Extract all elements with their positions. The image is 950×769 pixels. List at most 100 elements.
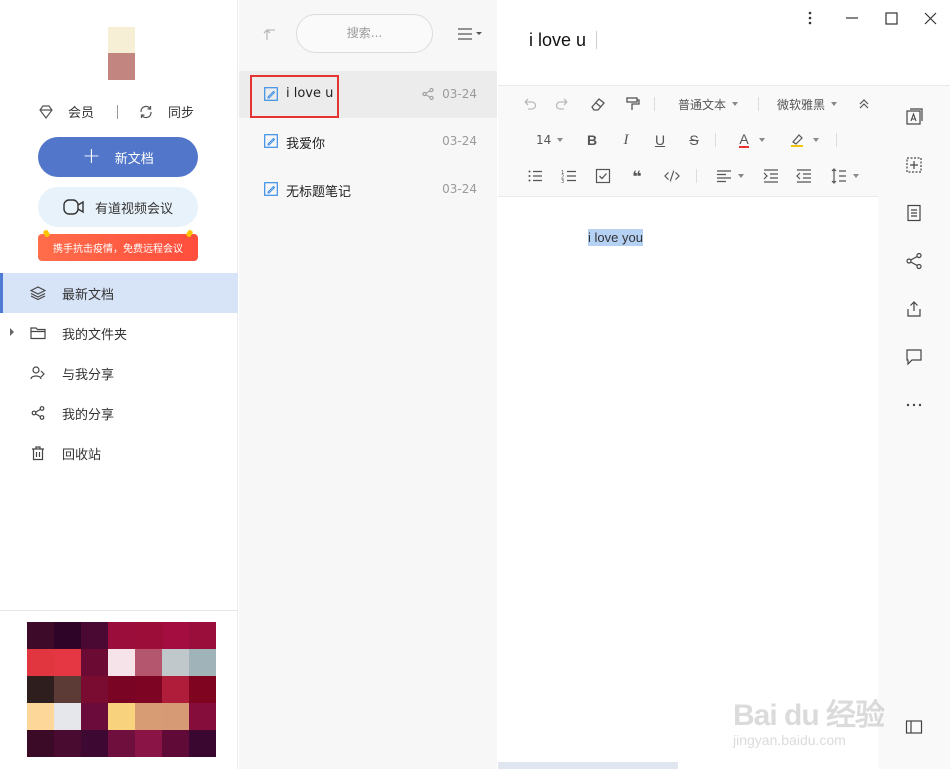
format-painter-icon[interactable] xyxy=(623,94,641,114)
align-left-icon xyxy=(717,170,731,183)
mosaic-tile xyxy=(27,622,54,649)
font-size-value: 14 xyxy=(536,133,552,147)
mosaic-tile xyxy=(189,703,216,730)
share-icon[interactable] xyxy=(905,252,923,270)
mosaic-tile xyxy=(81,730,108,757)
font-family-dropdown[interactable]: 微软雅黑 xyxy=(777,94,838,114)
quote-icon[interactable]: ❝ xyxy=(628,166,646,186)
note-icon xyxy=(264,182,278,196)
note-date: 03-24 xyxy=(442,87,477,101)
insert-icon[interactable] xyxy=(905,156,923,174)
redo-icon[interactable] xyxy=(554,94,572,114)
mosaic-tile xyxy=(135,676,162,703)
sidebar-item-trash[interactable]: 回收站 xyxy=(0,433,238,473)
right-tool-rail xyxy=(878,86,950,769)
code-icon[interactable] xyxy=(662,166,682,186)
outdent-icon[interactable] xyxy=(795,166,813,186)
promo-text: 携手抗击疫情，免费远程会议 xyxy=(53,244,183,255)
strikethrough-button[interactable]: S xyxy=(686,130,702,150)
shared-with-me-icon xyxy=(30,366,45,380)
undo-icon[interactable] xyxy=(520,94,538,114)
more-menu-icon[interactable] xyxy=(800,8,820,28)
member-button[interactable]: 会员 xyxy=(38,102,94,121)
diamond-icon xyxy=(39,104,53,119)
checklist-icon[interactable] xyxy=(594,166,612,186)
sync-button[interactable]: 同步 xyxy=(138,102,194,121)
chevron-down-icon xyxy=(831,102,838,106)
chevron-down-icon xyxy=(738,174,744,178)
paragraph-style-dropdown[interactable]: 普通文本 xyxy=(678,94,739,114)
mosaic-tile xyxy=(189,676,216,703)
sidebar-bottom xyxy=(0,610,238,769)
avatar[interactable] xyxy=(108,27,135,80)
highlighter-icon xyxy=(791,134,803,147)
trash-icon xyxy=(32,446,44,461)
video-meeting-label: 有道视频会议 xyxy=(94,201,173,217)
search-input[interactable]: 搜索... xyxy=(296,14,433,53)
sidebar-item-label: 我的文件夹 xyxy=(62,327,128,343)
note-item-i-love-u[interactable]: i love u 03-24 xyxy=(239,71,497,118)
new-document-button[interactable]: + 新文档 xyxy=(38,137,198,177)
up-level-icon[interactable] xyxy=(263,26,279,42)
document-body[interactable]: i love you xyxy=(588,229,643,246)
chevron-down-icon xyxy=(758,138,765,142)
mosaic-tile xyxy=(27,703,54,730)
maximize-icon[interactable] xyxy=(881,8,901,28)
sidebar: 会员 同步 + 新文档 有道视频会议 携手抗击疫情，免费远程会议 最新文档 我的… xyxy=(0,0,238,769)
mosaic-tile xyxy=(81,622,108,649)
mosaic-tile xyxy=(162,676,189,703)
collapse-toolbar-icon[interactable] xyxy=(858,94,870,114)
promo-banner[interactable]: 携手抗击疫情，免费远程会议 xyxy=(38,234,198,261)
video-meeting-button[interactable]: 有道视频会议 xyxy=(38,187,198,227)
highlight-color-button[interactable] xyxy=(788,130,820,150)
bullet-list-icon[interactable] xyxy=(526,166,544,186)
close-icon[interactable] xyxy=(920,8,940,28)
font-style-panel-icon[interactable] xyxy=(905,108,923,126)
paragraph-style-value: 普通文本 xyxy=(678,97,727,112)
sort-menu-icon[interactable] xyxy=(457,27,483,41)
note-date: 03-24 xyxy=(442,134,477,148)
underline-button[interactable]: U xyxy=(652,130,668,150)
eraser-icon[interactable] xyxy=(589,94,607,114)
horizontal-scrollbar[interactable] xyxy=(498,762,678,769)
sidebar-nav: 最新文档 我的文件夹 与我分享 我的分享 回收站 xyxy=(0,273,238,473)
outline-icon[interactable] xyxy=(905,204,923,222)
line-height-dropdown[interactable] xyxy=(828,166,862,186)
mosaic-tile xyxy=(54,649,81,676)
expand-caret-icon[interactable] xyxy=(10,328,14,336)
mosaic-tile xyxy=(54,676,81,703)
sidebar-item-label: 与我分享 xyxy=(62,367,115,383)
text-color-button[interactable]: A xyxy=(736,130,768,150)
sidebar-item-shared-with-me[interactable]: 与我分享 xyxy=(0,353,238,393)
sidebar-item-folders[interactable]: 我的文件夹 xyxy=(0,313,238,353)
more-options-icon[interactable] xyxy=(905,396,923,414)
line-height-icon xyxy=(831,168,846,184)
document-title-field[interactable]: i love u xyxy=(529,30,598,51)
divider xyxy=(696,169,697,183)
mosaic-tile xyxy=(162,730,189,757)
sidebar-item-recent[interactable]: 最新文档 xyxy=(0,273,238,313)
note-item-wo-ai-ni[interactable]: 我爱你 03-24 xyxy=(239,118,497,165)
mosaic-tile xyxy=(81,703,108,730)
indent-icon[interactable] xyxy=(762,166,780,186)
bold-button[interactable]: B xyxy=(584,130,600,150)
member-label: 会员 xyxy=(68,106,95,121)
align-dropdown[interactable] xyxy=(714,166,746,186)
font-size-dropdown[interactable]: 14 xyxy=(536,130,564,150)
note-list-pane: 搜索... i love u 03-24 我爱你 03-24 无标题笔记 03-… xyxy=(239,0,497,769)
layers-icon xyxy=(30,286,46,301)
svg-text:3: 3 xyxy=(561,179,564,184)
selected-text: i love you xyxy=(588,229,643,246)
sidebar-item-my-shares[interactable]: 我的分享 xyxy=(0,393,238,433)
comment-icon[interactable] xyxy=(905,348,923,366)
mosaic-tile xyxy=(27,676,54,703)
share-icon[interactable] xyxy=(421,87,435,101)
minimize-icon[interactable] xyxy=(842,8,862,28)
italic-button[interactable]: I xyxy=(618,130,634,150)
note-item-untitled[interactable]: 无标题笔记 03-24 xyxy=(239,166,497,213)
note-title: 我爱你 xyxy=(286,137,326,152)
document-title: i love u xyxy=(529,30,587,50)
numbered-list-icon[interactable]: 123 xyxy=(560,166,578,186)
toggle-sidebar-icon[interactable] xyxy=(905,718,923,736)
export-icon[interactable] xyxy=(905,300,923,318)
